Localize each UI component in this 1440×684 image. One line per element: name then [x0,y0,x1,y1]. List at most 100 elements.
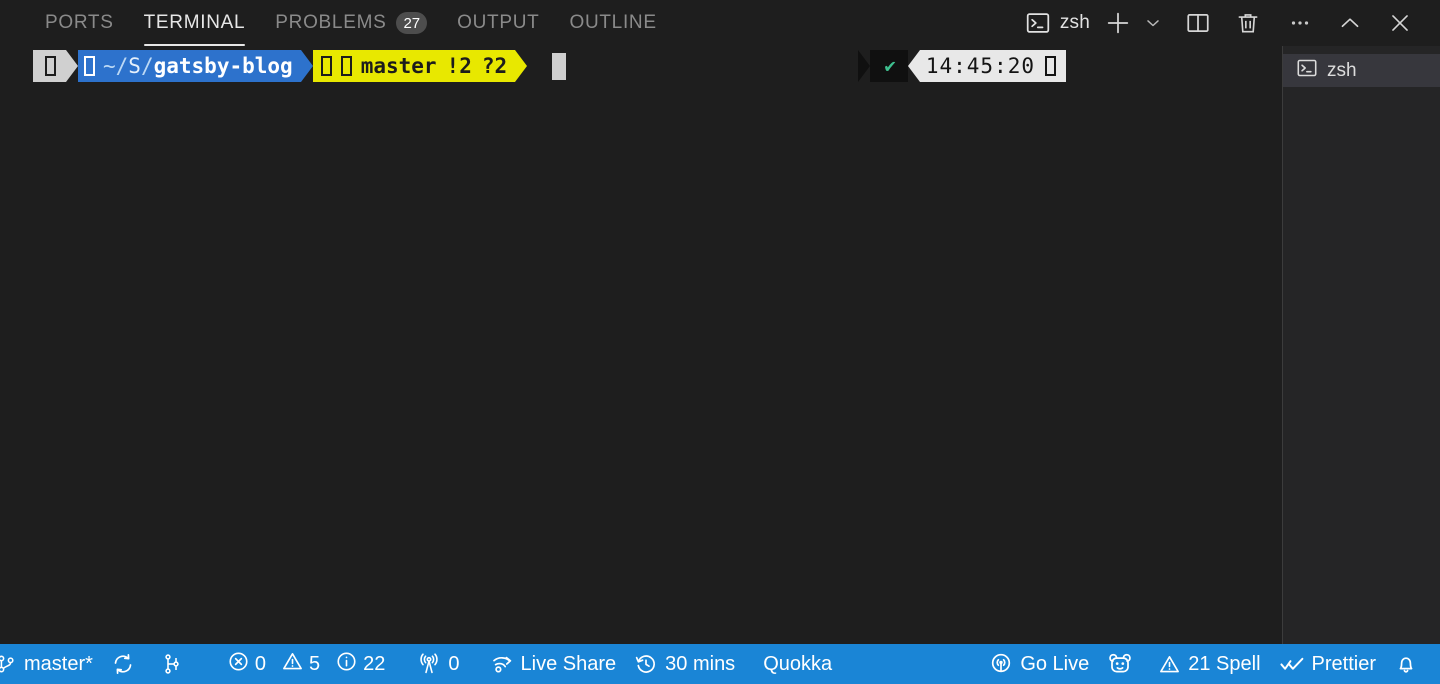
status-sync[interactable] [102,644,151,684]
check-icon: ✔ [884,54,896,77]
powerline-left-prompt: ~/S / gatsby-blog master !2 ?2 [33,50,528,82]
status-live-share-label: Live Share [520,652,617,675]
status-infos-count: 22 [363,652,386,675]
views-and-more-actions-button[interactable] [1280,6,1320,40]
new-terminal-dropdown-button[interactable] [1140,6,1166,40]
broadcast-icon [989,652,1013,676]
close-panel-button[interactable] [1380,6,1420,40]
tab-label: OUTPUT [457,12,540,33]
history-icon [634,652,658,676]
prompt-path-mid: S [128,53,141,78]
status-branch-label: master* [24,652,93,675]
status-warnings-count: 5 [309,652,321,675]
warning-icon [1158,653,1181,676]
user-glyph-icon [45,56,56,76]
git-graph-icon [160,652,184,676]
panel-header: PORTS TERMINAL PROBLEMS 27 OUTPUT OUTLIN… [0,0,1440,46]
status-bar: master* 0 5 22 0 Live Share 30 mins Quok… [0,644,1440,684]
warning-icon [281,650,304,679]
chevron-down-icon [1143,13,1163,33]
vscode-panel-window: PORTS TERMINAL PROBLEMS 27 OUTPUT OUTLIN… [0,0,1440,684]
status-errors-count: 0 [254,652,267,675]
prompt-git-staged: !2 [446,53,472,78]
panel-body: ~/S / gatsby-blog master !2 ?2 ✔ 14:45:2… [0,46,1440,644]
error-icon [227,650,250,679]
terminal-tab-label: zsh [1327,59,1357,81]
status-quokka-label: Quokka [763,652,833,675]
info-icon [335,650,358,679]
prompt-git-untracked: ?2 [481,53,508,78]
active-shell-indicator[interactable]: zsh [1021,6,1096,40]
quokka-face-icon [1107,651,1133,677]
broadcast-icon [490,652,514,676]
prompt-path-segment: ~/S / gatsby-blog [78,50,301,82]
plus-icon [1104,9,1132,37]
sync-icon [111,652,135,676]
powerline-right-prompt: ✔ 14:45:20 [858,50,1066,82]
status-warnings[interactable]: 5 [281,650,320,679]
status-spell-label: 21 Spell [1188,652,1261,675]
ellipsis-icon [1287,10,1313,36]
prompt-path-dir: gatsby-blog [153,53,293,78]
prompt-time-value: 14:45:20 [925,53,1035,78]
tab-terminal[interactable]: TERMINAL [129,0,261,46]
status-prettier[interactable]: Prettier [1270,644,1385,684]
chevron-up-icon [1337,10,1363,36]
powerline-separator-status [858,50,871,82]
prompt-user-segment [33,50,66,82]
problems-count-badge: 27 [396,12,428,34]
status-ports[interactable]: 0 [408,644,468,684]
prompt-time-segment: 14:45:20 [919,50,1066,82]
status-quokka[interactable]: Quokka [754,644,841,684]
status-git-graph[interactable] [151,644,200,684]
prompt-exit-status-segment: ✔ [870,50,908,82]
status-spell-checker[interactable]: 21 Spell [1149,644,1269,684]
trash-icon [1235,10,1261,36]
terminal-tab-zsh[interactable]: zsh [1283,54,1440,87]
status-infos[interactable]: 22 [335,650,385,679]
tab-label: OUTLINE [569,12,657,33]
status-bar-right-group: Go Live 21 Spell Prettier [980,644,1440,684]
prompt-path-separator: / [140,53,154,78]
status-wakatime-label: 30 mins [665,652,736,675]
powerline-separator-time [907,50,920,82]
tab-problems[interactable]: PROBLEMS 27 [260,0,442,46]
status-problems-group[interactable]: 0 5 22 [218,644,395,684]
panel-tab-bar: PORTS TERMINAL PROBLEMS 27 OUTPUT OUTLIN… [0,0,672,46]
git-branch-glyph-icon [340,56,352,76]
tab-label: PORTS [45,12,114,33]
terminal-tab-list: zsh [1282,46,1440,644]
clock-glyph-icon [1045,56,1056,76]
tab-outline[interactable]: OUTLINE [554,0,671,46]
source-control-icon [0,653,17,675]
status-ports-count: 0 [448,652,460,675]
status-prettier-label: Prettier [1311,652,1376,675]
status-notifications[interactable] [1385,644,1434,684]
radio-tower-icon [417,652,441,676]
prompt-git-branch: master [360,53,437,78]
status-go-live[interactable]: Go Live [980,644,1098,684]
maximize-panel-button[interactable] [1330,6,1370,40]
folder-glyph-icon [84,56,95,76]
kill-terminal-button[interactable] [1228,6,1268,40]
new-terminal-button[interactable] [1096,6,1140,40]
status-quokka-face[interactable] [1098,644,1149,684]
status-live-share[interactable]: Live Share [481,644,626,684]
shell-name-label: zsh [1059,12,1090,33]
split-terminal-button[interactable] [1178,6,1218,40]
panel-action-bar: zsh [1021,0,1428,46]
terminal-icon [1296,57,1318,85]
terminal-viewport[interactable]: ~/S / gatsby-blog master !2 ?2 ✔ 14:45:2… [0,46,1282,644]
tab-ports[interactable]: PORTS [30,0,129,46]
powerline-separator-path [300,50,313,82]
double-check-icon [1279,651,1305,677]
status-errors[interactable]: 0 [227,650,266,679]
tab-output[interactable]: OUTPUT [442,0,554,46]
terminal-cursor [552,53,566,80]
status-wakatime[interactable]: 30 mins [625,644,744,684]
status-go-live-label: Go Live [1020,652,1090,675]
prompt-git-segment: master !2 ?2 [312,50,516,82]
status-branch[interactable]: master* [0,644,102,684]
prompt-path-prefix: ~/ [103,53,129,78]
bell-icon [1394,652,1418,676]
